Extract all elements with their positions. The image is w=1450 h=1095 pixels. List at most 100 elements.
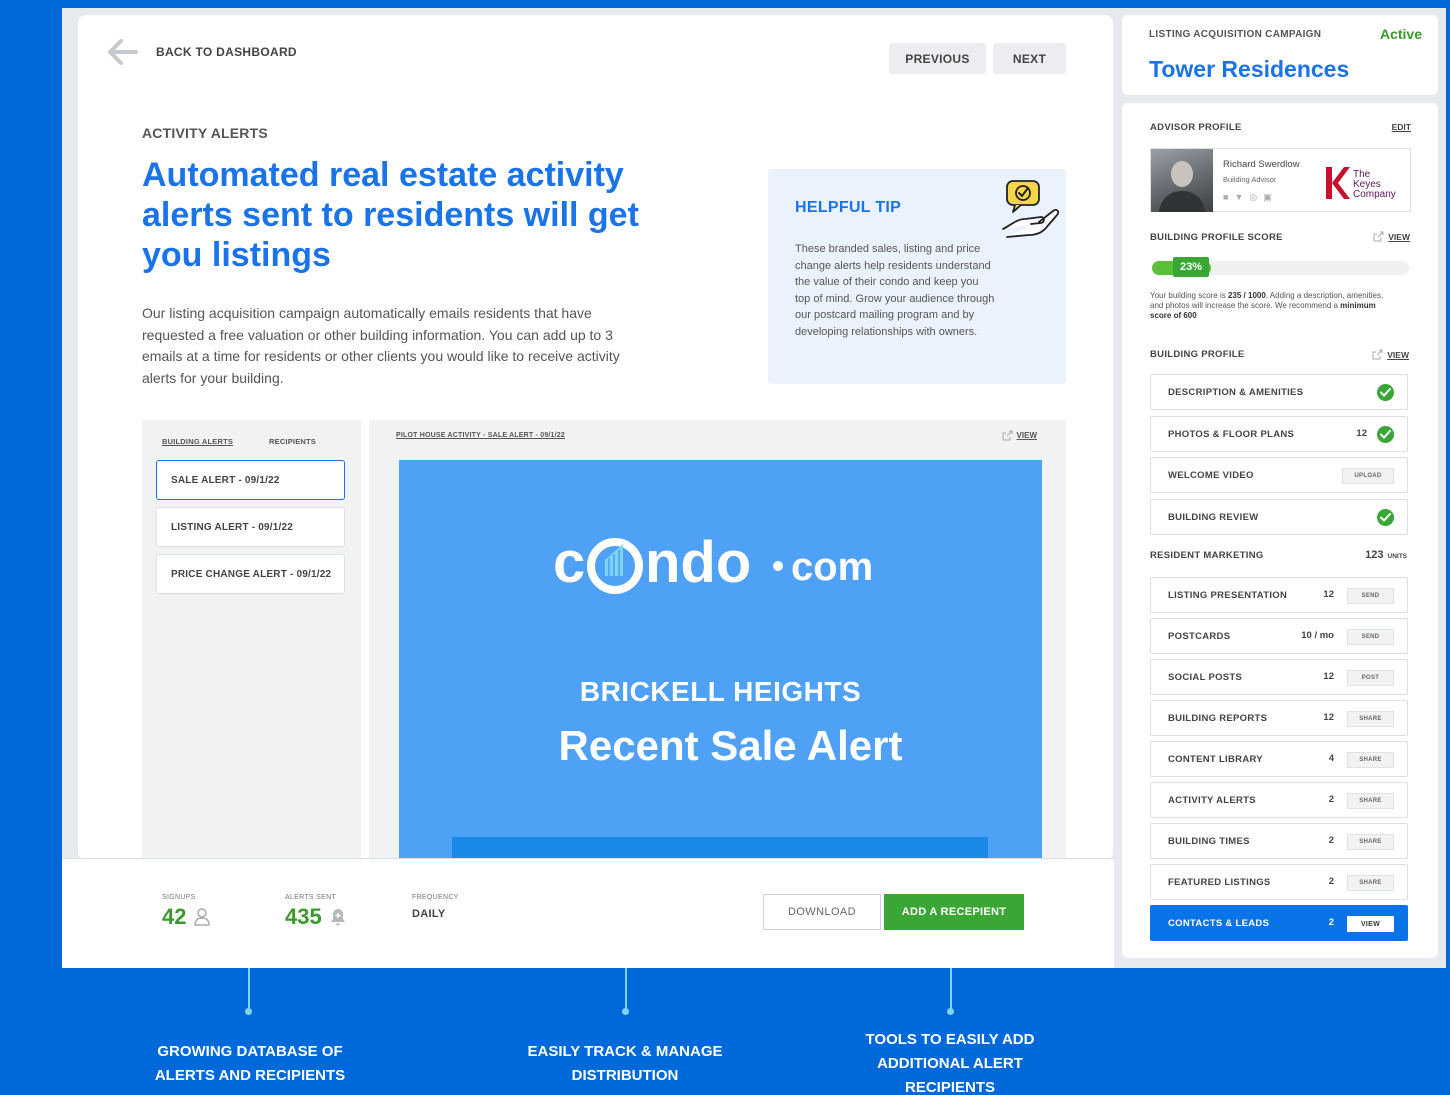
send-button[interactable]: SEND <box>1347 588 1394 604</box>
sidebar-item-listing-presentation[interactable]: LISTING PRESENTATION 12 SEND <box>1150 577 1408 613</box>
sidebar-item-building-review[interactable]: BUILDING REVIEW <box>1150 498 1408 535</box>
download-button[interactable]: DOWNLOAD <box>763 894 881 930</box>
sidebar-item-building-reports[interactable]: BUILDING REPORTS 12 SHARE <box>1150 700 1408 736</box>
profile-score-label: BUILDING PROFILE SCORE <box>1150 232 1283 243</box>
sidebar-item-social-posts[interactable]: SOCIAL POSTS 12 POST <box>1150 659 1408 695</box>
row-count: 2 <box>1328 876 1334 887</box>
twitter-icon[interactable]: ▼ <box>1234 192 1249 202</box>
linkedin-icon[interactable]: ▣ <box>1263 192 1278 202</box>
alerts-sent-value: 435 <box>285 904 322 929</box>
user-icon <box>194 908 211 926</box>
email-preview-panel: PILOT HOUSE ACTIVITY - SALE ALERT - 09/1… <box>369 420 1066 860</box>
row-label: WELCOME VIDEO <box>1168 470 1254 481</box>
page-headline: Automated real estate activity alerts se… <box>142 156 639 274</box>
next-button[interactable]: NEXT <box>993 43 1066 74</box>
alerts-sent-label: ALERTS SENT <box>285 894 337 901</box>
tab-building-alerts[interactable]: BUILDING ALERTS <box>162 437 233 446</box>
row-label: DESCRIPTION & AMENITIES <box>1168 387 1304 398</box>
sidebar-item-welcome-video[interactable]: WELCOME VIDEO UPLOAD <box>1150 457 1408 493</box>
row-count: 12 <box>1323 712 1334 723</box>
preview-view-label: VIEW <box>1016 431 1037 440</box>
upload-button[interactable]: UPLOAD <box>1342 468 1394 484</box>
signups-label: SIGNUPS <box>162 894 196 901</box>
share-button[interactable]: SHARE <box>1347 711 1394 727</box>
row-label: BUILDING REVIEW <box>1168 511 1259 523</box>
email-divider-bar <box>452 837 988 860</box>
signups-stat: 42 <box>162 904 211 930</box>
intro-paragraph: Our listing acquisition campaign automat… <box>142 305 620 386</box>
sidebar-item-activity-alerts[interactable]: ACTIVITY ALERTS 2 SHARE <box>1150 782 1408 818</box>
frequency-value: DAILY <box>412 908 446 920</box>
campaign-label: LISTING ACQUISITION CAMPAIGN <box>1149 29 1322 40</box>
tip-body: These branded sales, listing and price c… <box>795 243 995 338</box>
share-button[interactable]: SHARE <box>1347 834 1394 850</box>
row-label: BUILDING TIMES <box>1168 836 1250 847</box>
sidebar-item-contacts-leads[interactable]: CONTACTS & LEADS 2 VIEW <box>1150 905 1408 941</box>
row-count: 4 <box>1328 753 1334 764</box>
score-view-link[interactable]: VIEW <box>1373 231 1410 242</box>
frequency-label: FREQUENCY <box>412 894 459 901</box>
callout-connector-2 <box>625 968 627 1010</box>
bell-icon <box>330 909 345 926</box>
row-label: POSTCARDS <box>1168 631 1231 642</box>
callout-dot-2 <box>622 1008 629 1015</box>
row-count: 10 / mo <box>1301 630 1334 641</box>
back-to-dashboard-link[interactable]: BACK TO DASHBOARD <box>106 36 297 68</box>
sidebar-item-content-library[interactable]: CONTENT LIBRARY 4 SHARE <box>1150 741 1408 777</box>
edit-advisor-link[interactable]: EDIT <box>1392 122 1411 132</box>
sidebar-item-photos-floor-plans[interactable]: PHOTOS & FLOOR PLANS 12 <box>1150 415 1408 452</box>
section-label: ACTIVITY ALERTS <box>142 125 268 141</box>
row-count: 12 <box>1323 671 1334 682</box>
status-badge: Active <box>1379 26 1422 42</box>
add-recipient-button[interactable]: ADD A RECEPIENT <box>884 894 1024 930</box>
view-button[interactable]: VIEW <box>1347 916 1394 932</box>
social-icons: ■▼◎▣ <box>1223 192 1278 203</box>
advisor-profile-label: ADVISOR PROFILE <box>1150 122 1242 133</box>
sidebar-item-featured-listings[interactable]: FEATURED LISTINGS 2 SHARE <box>1150 864 1408 900</box>
alert-item-sale[interactable]: SALE ALERT - 09/1/22 <box>156 460 345 500</box>
tab-recipients[interactable]: RECIPIENTS <box>269 437 316 446</box>
preview-title: PILOT HOUSE ACTIVITY - SALE ALERT - 09/1… <box>396 432 565 439</box>
instagram-icon[interactable]: ◎ <box>1249 192 1263 202</box>
callout-text-2: EASILY TRACK & MANAGE DISTRIBUTION <box>527 1043 723 1084</box>
units-count: 123 UNITS <box>1365 549 1407 561</box>
post-button[interactable]: POST <box>1347 670 1394 686</box>
campaign-header: LISTING ACQUISITION CAMPAIGN Active Towe… <box>1122 15 1438 95</box>
building-sidebar: ADVISOR PROFILE EDIT Richard Swerdlow Bu… <box>1122 103 1438 958</box>
check-circle-icon <box>1377 425 1394 443</box>
hand-checkmark-icon <box>1002 180 1060 238</box>
avatar <box>1151 149 1213 212</box>
share-button[interactable]: SHARE <box>1347 793 1394 809</box>
sidebar-item-building-times[interactable]: BUILDING TIMES 2 SHARE <box>1150 823 1408 859</box>
send-button[interactable]: SEND <box>1347 629 1394 645</box>
preview-view-link[interactable]: VIEW <box>1002 430 1037 441</box>
check-circle-icon <box>1377 384 1394 401</box>
back-label: BACK TO DASHBOARD <box>156 45 297 59</box>
alert-item-price-change[interactable]: PRICE CHANGE ALERT - 09/1/22 <box>156 554 345 594</box>
score-description: Your building score is 235 / 1000. Addin… <box>1150 291 1384 320</box>
share-button[interactable]: SHARE <box>1347 752 1394 768</box>
alerts-sent-stat: 435 <box>285 904 346 930</box>
row-count: 2 <box>1328 835 1334 846</box>
email-title: Recent Sale Alert <box>558 722 903 769</box>
svg-text:ndo: ndo <box>645 530 751 595</box>
external-link-icon <box>1002 430 1013 441</box>
resident-marketing-label: RESIDENT MARKETING <box>1150 550 1264 561</box>
building-profile-label: BUILDING PROFILE <box>1150 349 1245 360</box>
signups-value: 42 <box>162 904 187 929</box>
tip-title: HELPFUL TIP <box>795 199 902 216</box>
alert-item-listing[interactable]: LISTING ALERT - 09/1/22 <box>156 507 345 547</box>
row-label: SOCIAL POSTS <box>1168 672 1243 683</box>
arrow-left-icon <box>108 39 138 65</box>
building-profile-view-link[interactable]: VIEW <box>1372 349 1409 360</box>
score-percent-badge: 23% <box>1173 257 1209 277</box>
row-label: PHOTOS & FLOOR PLANS <box>1168 428 1295 440</box>
share-button[interactable]: SHARE <box>1347 875 1394 891</box>
helpful-tip-box: HELPFUL TIP These branded sales, listing… <box>768 169 1066 384</box>
previous-button[interactable]: PREVIOUS <box>889 43 986 74</box>
sidebar-item-description-amenities[interactable]: DESCRIPTION & AMENITIES <box>1150 374 1408 410</box>
sidebar-item-postcards[interactable]: POSTCARDS 10 / mo SEND <box>1150 618 1408 654</box>
callout-connector-1 <box>248 968 250 1010</box>
building-profile-view-label: VIEW <box>1387 349 1409 360</box>
facebook-icon[interactable]: ■ <box>1223 192 1234 202</box>
